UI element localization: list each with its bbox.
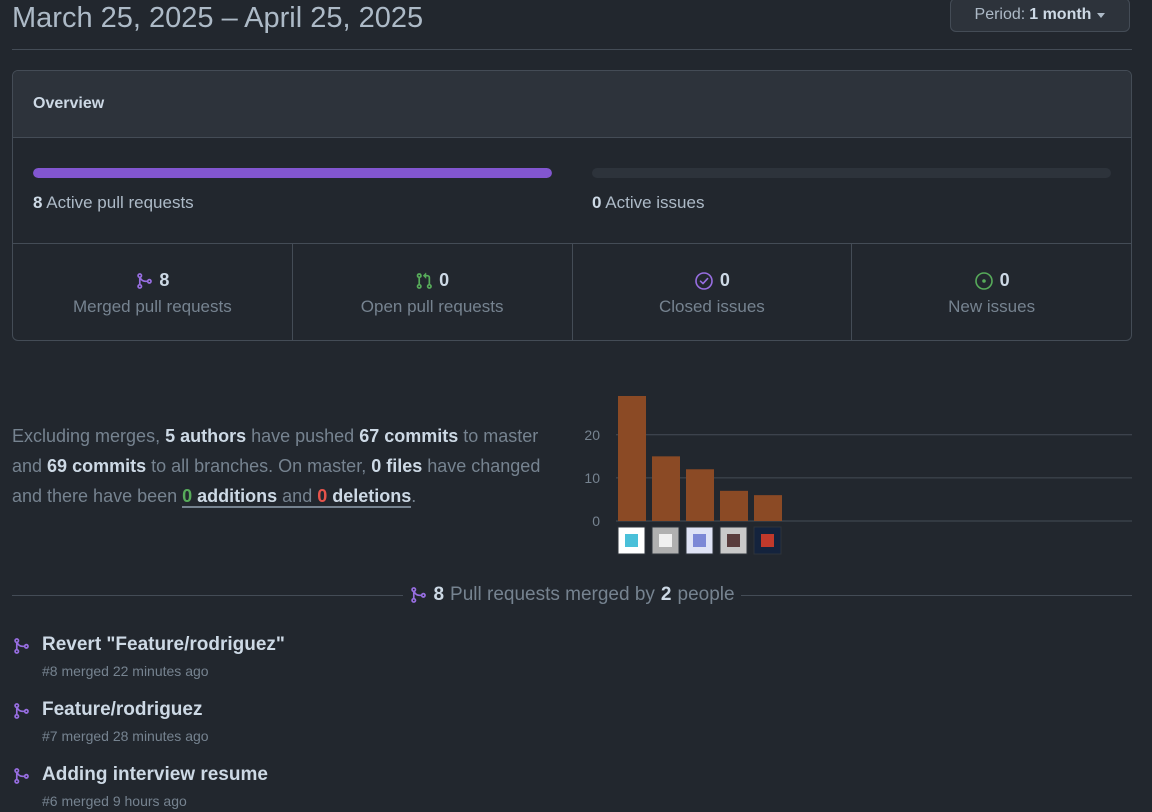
caret-down-icon xyxy=(1097,12,1106,18)
divider xyxy=(12,594,404,596)
stat-value: 0 xyxy=(719,270,730,290)
stat-value: 0 xyxy=(999,270,1010,290)
period-value: 1 month xyxy=(1029,6,1092,23)
open-pr-icon xyxy=(416,272,432,289)
all-commits-count: 69 commits xyxy=(47,456,147,476)
merged-pr-icon xyxy=(14,638,29,654)
active-prs-progress xyxy=(33,168,552,178)
chart-bar xyxy=(652,456,680,521)
merged-pr-icon xyxy=(411,587,427,603)
deletions-label: deletions xyxy=(332,486,412,506)
summary-text: and xyxy=(277,486,318,506)
merged-pr-icon xyxy=(14,703,29,719)
overview-panel: Overview 8 Active pull requests 0 Active… xyxy=(12,70,1132,341)
stat-closed-issues[interactable]: 0 Closed issues xyxy=(573,244,853,340)
pr-title-link[interactable]: Feature/rodriguez xyxy=(42,699,202,721)
pr-meta: #7 merged 28 minutes ago xyxy=(42,728,209,744)
active-prs-count: 8 xyxy=(33,193,43,212)
stat-new-issues[interactable]: 0 New issues xyxy=(852,244,1131,340)
commits-by-author-chart: 0 10 20 xyxy=(584,396,1132,555)
active-issues-count: 0 xyxy=(592,193,602,212)
additions-count: 0 xyxy=(182,486,193,506)
merged-prs-header: 8 Pull requests merged by 2 people xyxy=(12,583,1133,607)
pr-meta: #8 merged 22 minutes ago xyxy=(42,663,209,679)
summary-text: Excluding merges, xyxy=(12,426,166,446)
active-prs-progress-fill xyxy=(33,168,552,178)
stat-label: Merged pull requests xyxy=(72,296,232,316)
active-issues-label: Active issues xyxy=(605,193,705,212)
author-avatar-pattern xyxy=(659,534,672,547)
chart-bar xyxy=(720,490,748,521)
period-dropdown-button[interactable]: Period: 1 month xyxy=(950,0,1130,32)
merged-pr-icon xyxy=(14,768,29,784)
commit-summary: Excluding merges, 5 authors have pushed … xyxy=(12,421,572,511)
files-changed-count: 0 files xyxy=(371,456,423,476)
chart-bar xyxy=(618,396,646,521)
author-avatar-pattern xyxy=(761,534,774,547)
active-issues-progress xyxy=(592,168,1111,178)
active-prs-label: Active pull requests xyxy=(46,193,194,212)
chart-tick-label: 0 xyxy=(592,513,600,529)
stat-value: 0 xyxy=(439,270,450,290)
merged-prs-count: 8 xyxy=(433,584,445,605)
stat-label: Open pull requests xyxy=(360,296,504,316)
merged-people-count: 2 xyxy=(660,584,672,605)
deletions-count: 0 xyxy=(317,486,328,506)
merged-people-text: people xyxy=(677,584,735,605)
author-avatar-pattern xyxy=(625,534,638,547)
closed-issue-icon xyxy=(695,271,713,290)
activity-bars: 8 Active pull requests 0 Active issues xyxy=(13,138,1131,244)
summary-text: . xyxy=(411,486,417,506)
additions-label: additions xyxy=(197,486,278,506)
stat-value: 8 xyxy=(159,270,170,290)
page-title: March 25, 2025 – April 25, 2025 xyxy=(12,2,424,34)
pr-title-link[interactable]: Revert "Feature/rodriguez" xyxy=(42,634,285,656)
additions-deletions-link[interactable]: 0 additions and 0 deletions xyxy=(182,486,412,508)
stat-label: New issues xyxy=(948,296,1036,316)
new-issue-icon xyxy=(974,271,993,290)
period-label: Period: xyxy=(974,6,1026,23)
merged-prs-text: Pull requests merged by xyxy=(450,584,655,605)
pr-meta: #6 merged 9 hours ago xyxy=(42,793,187,809)
author-avatar-pattern xyxy=(693,534,706,547)
chart-tick-label: 20 xyxy=(584,427,600,443)
header-divider xyxy=(12,49,1132,50)
master-commits-count: 67 commits xyxy=(359,426,459,446)
stat-open-prs[interactable]: 0 Open pull requests xyxy=(293,244,573,340)
chart-bar xyxy=(754,495,782,521)
active-prs-summary[interactable]: 8 Active pull requests xyxy=(33,193,194,213)
author-avatar-pattern xyxy=(727,534,740,547)
stat-merged-prs[interactable]: 8 Merged pull requests xyxy=(13,244,293,340)
divider xyxy=(740,594,1133,596)
chart-bar xyxy=(686,469,714,521)
authors-count: 5 authors xyxy=(165,426,247,446)
active-issues-summary[interactable]: 0 Active issues xyxy=(592,193,704,213)
chart-tick-label: 10 xyxy=(584,470,600,486)
stat-label: Closed issues xyxy=(658,296,765,316)
pr-title-link[interactable]: Adding interview resume xyxy=(42,764,268,786)
overview-title: Overview xyxy=(13,71,1131,138)
summary-text: have pushed xyxy=(246,426,360,446)
merged-pr-icon xyxy=(137,272,153,289)
summary-text: to all branches. On master, xyxy=(146,456,372,476)
overview-stats: 8 Merged pull requests 0 Open pull reque… xyxy=(13,244,1131,340)
